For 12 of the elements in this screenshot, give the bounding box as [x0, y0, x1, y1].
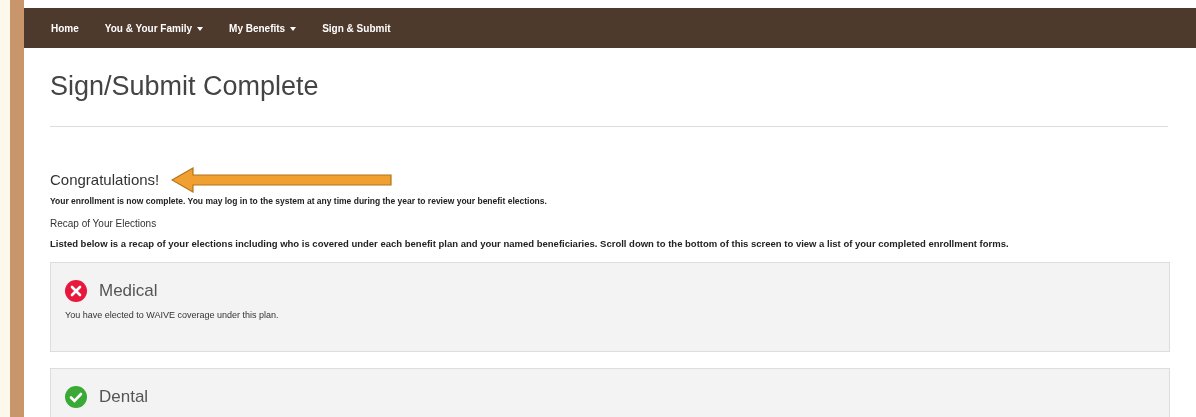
- page-title: Sign/Submit Complete: [50, 70, 320, 103]
- heading: Congratulations!: [50, 170, 160, 190]
- plan-name: Dental: [99, 385, 149, 408]
- nav-link[interactable]: Home: [51, 20, 79, 36]
- plan-name: Medical: [99, 279, 158, 302]
- recap-text: Listed below is a recap of your elections including who is covered under each benefit plan and your named beneficiaries. Scroll down to the bottom of this screen to view a list of your completed enrollment forms.: [50, 236, 1010, 251]
- nav-link[interactable]: You & Your Family: [104, 20, 204, 36]
- recap-title: Recap of Your Elections: [50, 216, 158, 231]
- nav-link[interactable]: My Benefits: [229, 20, 297, 36]
- message-text: Your enrollment is now complete. You may log in to the system at any time during the year to review your benefit elections.: [50, 195, 548, 208]
- plan-note: You have elected to WAIVE coverage under this plan.: [65, 309, 280, 323]
- nav-link[interactable]: Sign & Submit: [322, 20, 391, 36]
